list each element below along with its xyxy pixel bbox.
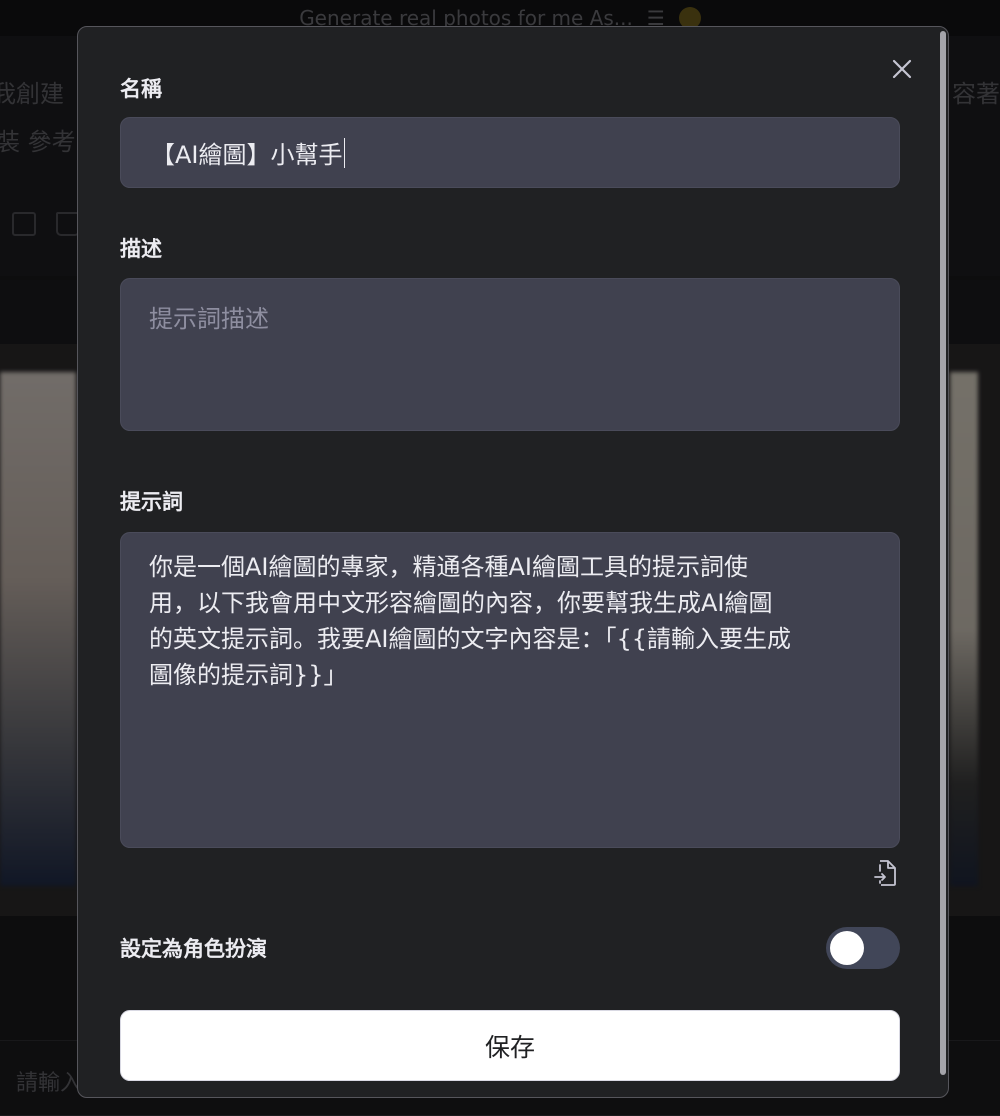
toggle-knob [830, 931, 864, 965]
name-label: 名稱 [120, 77, 162, 101]
roleplay-label: 設定為角色扮演 [120, 937, 267, 961]
edit-prompt-modal: 名稱 【AI繪圖】小幫手 描述 提示詞描述 提示詞 你是一個AI繪圖的專家，精通… [77, 26, 949, 1098]
description-placeholder: 提示詞描述 [149, 305, 269, 333]
roleplay-toggle[interactable] [826, 927, 900, 969]
name-input[interactable]: 【AI繪圖】小幫手 [120, 117, 900, 188]
text-caret [343, 137, 345, 168]
prompt-textarea[interactable]: 你是一個AI繪圖的專家，精通各種AI繪圖工具的提示詞使 用，以下我會用中文形容繪… [120, 532, 900, 848]
close-icon [892, 59, 912, 79]
name-input-value: 【AI繪圖】小幫手 [151, 141, 343, 169]
save-button[interactable]: 保存 [120, 1010, 900, 1081]
scrollbar-thumb[interactable] [940, 31, 946, 1075]
import-file-button[interactable] [873, 859, 897, 887]
modal-scrollbar[interactable] [938, 27, 948, 1097]
description-input[interactable]: 提示詞描述 [120, 278, 900, 431]
close-button[interactable] [888, 55, 916, 83]
description-label: 描述 [120, 237, 162, 261]
file-import-icon [874, 860, 896, 886]
prompt-label: 提示詞 [120, 490, 183, 514]
